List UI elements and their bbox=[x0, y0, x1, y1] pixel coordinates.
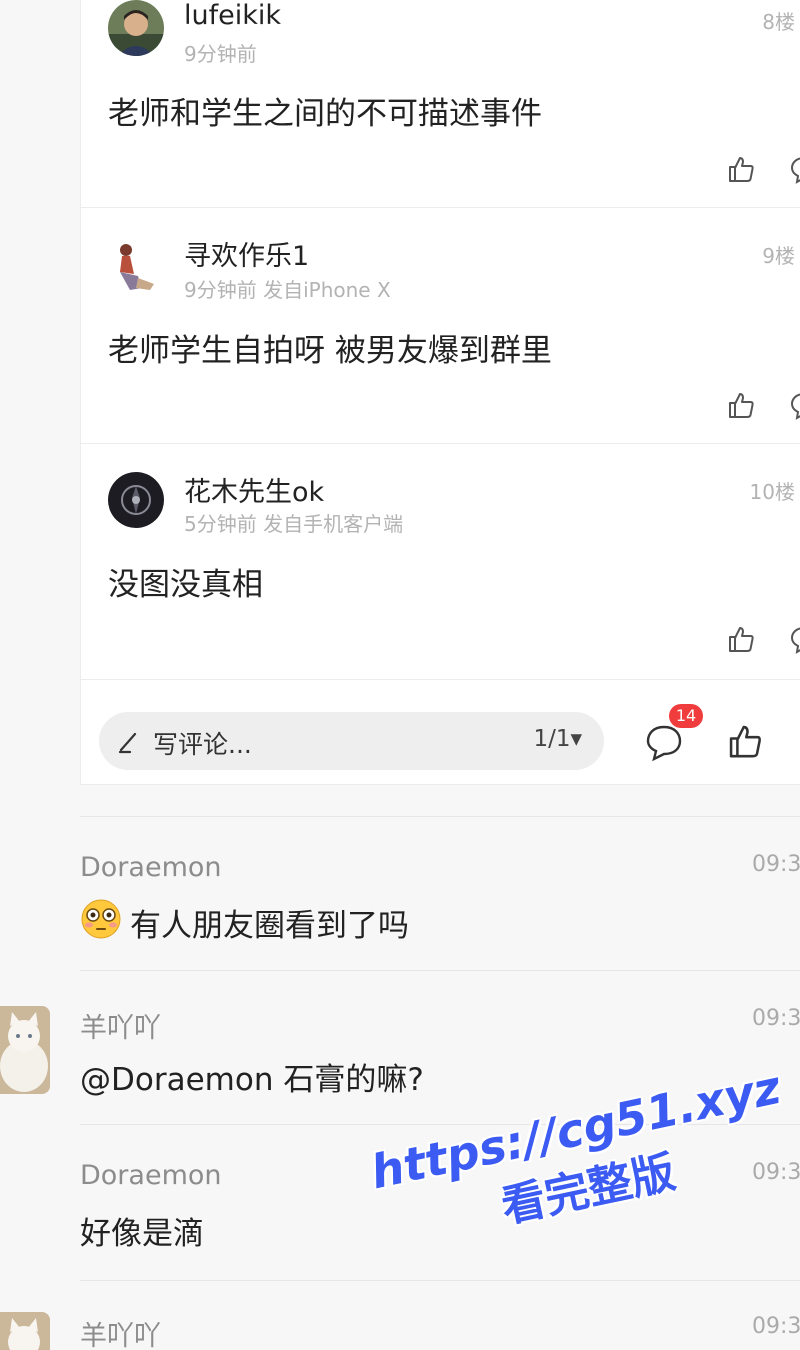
post-meta: 9分钟前 bbox=[184, 42, 257, 66]
post-content: 老师学生自拍呀 被男友爆到群里 bbox=[108, 333, 552, 369]
post-author[interactable]: 花木先生ok bbox=[184, 470, 324, 509]
message-text: 有人朋友圈看到了吗 bbox=[130, 908, 409, 944]
floor-number: 8楼 bbox=[762, 10, 795, 34]
page-selector[interactable]: 1/1▾ bbox=[533, 726, 582, 752]
floor-number: 10楼 bbox=[749, 480, 795, 504]
message-text: @Doraemon 石膏的嘛? bbox=[80, 1062, 424, 1098]
thumbs-up-icon[interactable] bbox=[726, 624, 756, 654]
reply-bubble-icon[interactable] bbox=[789, 390, 800, 420]
user-avatar[interactable] bbox=[108, 238, 164, 294]
post-author[interactable]: lufeikik bbox=[184, 0, 281, 31]
post-meta: 9分钟前 发自iPhone X bbox=[184, 278, 391, 302]
post-meta: 5分钟前 发自手机客户端 bbox=[184, 512, 404, 536]
cat-avatar[interactable] bbox=[0, 1312, 50, 1350]
floor-number: 9楼 bbox=[762, 244, 795, 268]
thumbs-up-icon[interactable] bbox=[726, 154, 756, 184]
message-time: 09:3 bbox=[752, 852, 800, 877]
comment-placeholder: 写评论... bbox=[153, 730, 252, 759]
user-avatar[interactable] bbox=[108, 472, 164, 528]
message-divider bbox=[80, 816, 800, 817]
flushed-face-emoji-icon bbox=[81, 899, 121, 939]
message-sender[interactable]: 羊吖吖 bbox=[80, 1006, 161, 1045]
pen-icon bbox=[118, 732, 137, 754]
forum-thread-card: lufeikik 9分钟前 8楼 老师和学生之间的不可描述事件 寻欢作乐1 9分… bbox=[80, 0, 800, 785]
reply-bubble-icon[interactable] bbox=[789, 154, 800, 184]
message-divider bbox=[80, 1280, 800, 1281]
post-content: 老师和学生之间的不可描述事件 bbox=[108, 96, 542, 132]
reply-bubble-icon[interactable] bbox=[789, 624, 800, 654]
message-time: 09:3 bbox=[752, 1314, 800, 1339]
message-sender[interactable]: 羊吖吖 bbox=[80, 1314, 161, 1350]
cat-avatar[interactable] bbox=[0, 1006, 50, 1094]
forum-post-floor-8: lufeikik 9分钟前 8楼 老师和学生之间的不可描述事件 bbox=[81, 0, 800, 208]
message-divider bbox=[80, 970, 800, 971]
message-time: 09:3 bbox=[752, 1006, 800, 1031]
comment-count-badge: 14 bbox=[669, 704, 703, 728]
message-sender[interactable]: Doraemon bbox=[80, 1160, 222, 1191]
message-sender[interactable]: Doraemon bbox=[80, 852, 222, 883]
message-text: 好像是滴 bbox=[80, 1216, 204, 1252]
post-content: 没图没真相 bbox=[108, 567, 263, 603]
forum-post-floor-9: 寻欢作乐1 9分钟前 发自iPhone X 9楼 老师学生自拍呀 被男友爆到群里 bbox=[81, 208, 800, 444]
write-comment-input[interactable]: 写评论... 1/1▾ bbox=[99, 712, 604, 770]
comments-icon[interactable] bbox=[644, 722, 684, 762]
user-avatar[interactable] bbox=[108, 0, 164, 56]
thumbs-up-icon[interactable] bbox=[726, 390, 756, 420]
post-author[interactable]: 寻欢作乐1 bbox=[184, 234, 309, 273]
forum-post-floor-10: 花木先生ok 5分钟前 发自手机客户端 10楼 没图没真相 bbox=[81, 444, 800, 680]
thumbs-up-icon[interactable] bbox=[726, 722, 764, 760]
